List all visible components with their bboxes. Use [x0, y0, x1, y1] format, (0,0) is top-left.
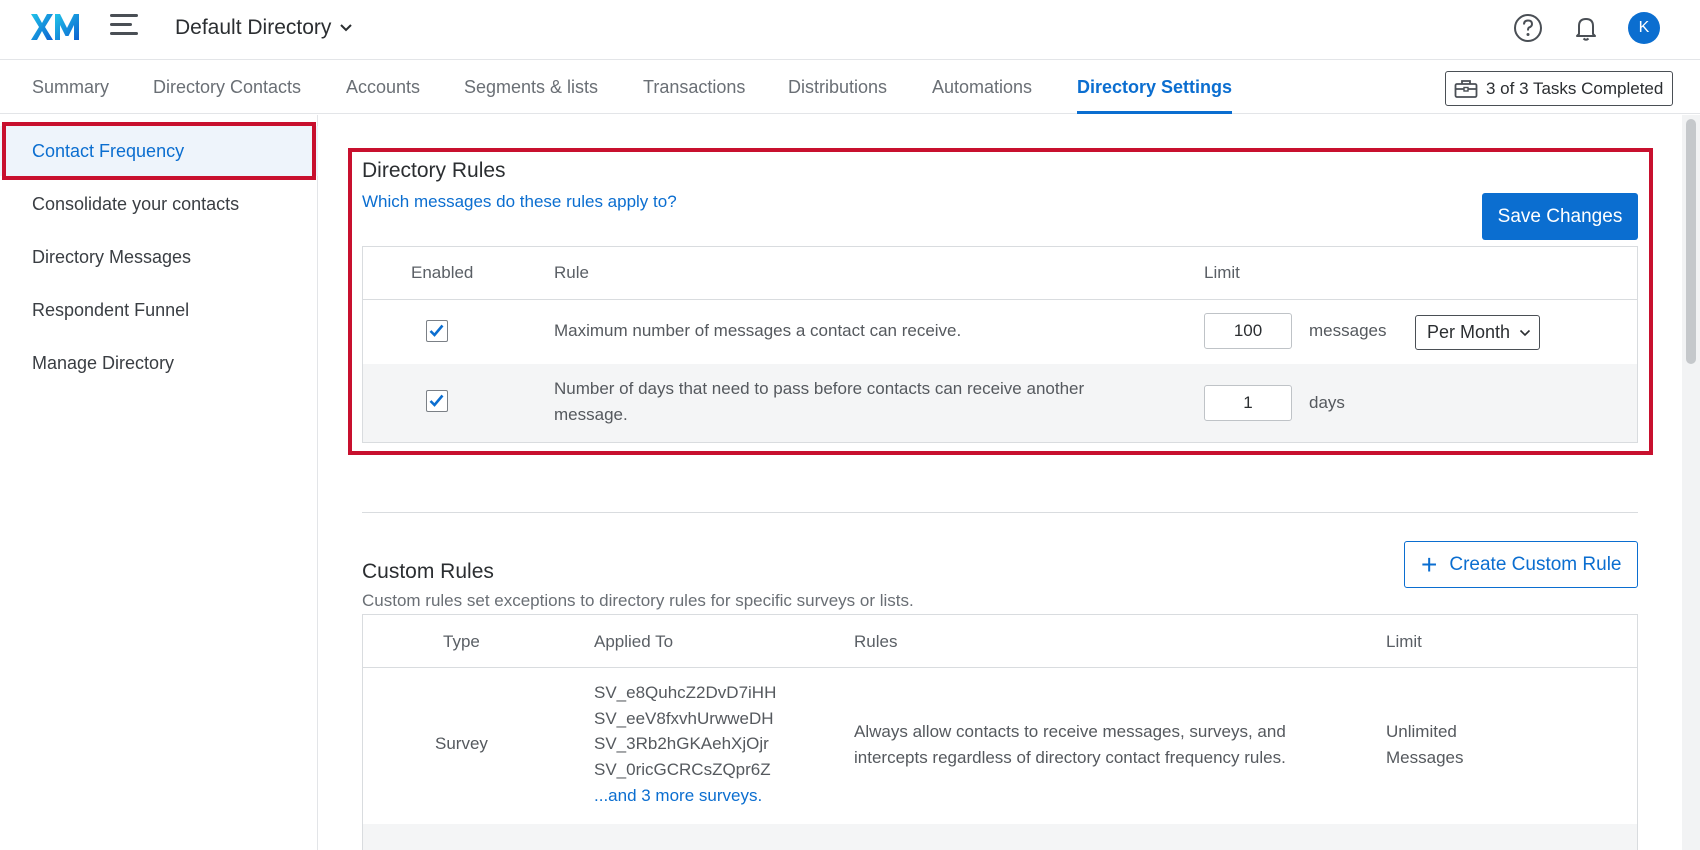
tab-transactions[interactable]: Transactions	[643, 60, 745, 114]
tab-segments-lists[interactable]: Segments & lists	[464, 60, 598, 114]
sidebar-item-respondent-funnel[interactable]: Respondent Funnel	[0, 285, 318, 335]
briefcase-icon	[1454, 79, 1478, 98]
create-custom-rule-button[interactable]: + Create Custom Rule	[1404, 541, 1638, 588]
xm-logo[interactable]	[30, 12, 82, 42]
tab-distributions[interactable]: Distributions	[788, 60, 887, 114]
applied-to-item: SV_e8QuhcZ2DvD7iHH	[594, 683, 777, 702]
avatar[interactable]: K	[1628, 12, 1660, 44]
chevron-down-icon	[340, 24, 353, 32]
scrollbar-thumb[interactable]	[1686, 119, 1696, 364]
tasks-completed-button[interactable]: 3 of 3 Tasks Completed	[1445, 71, 1673, 106]
tab-directory-settings[interactable]: Directory Settings	[1077, 60, 1233, 114]
tab-summary[interactable]: Summary	[32, 60, 109, 114]
custom-rules-title: Custom Rules	[362, 560, 494, 583]
create-custom-rule-label: Create Custom Rule	[1449, 553, 1622, 575]
directory-rules-highlight-box	[348, 148, 1653, 455]
custom-rule-limit-line1: Unlimited	[1386, 722, 1457, 741]
col-limit: Limit	[1386, 632, 1422, 651]
hamburger-icon[interactable]	[110, 14, 138, 40]
col-type: Type	[443, 632, 480, 651]
more-surveys-link[interactable]: ...and 3 more surveys.	[594, 783, 762, 809]
bell-icon[interactable]	[1570, 12, 1602, 44]
sidebar-item-consolidate-contacts[interactable]: Consolidate your contacts	[0, 179, 318, 229]
directory-selector[interactable]: Default Directory	[175, 14, 353, 42]
table-row-alt-bg	[363, 824, 1637, 850]
help-icon[interactable]	[1512, 12, 1544, 44]
col-rules: Rules	[854, 632, 898, 651]
sidebar-item-directory-messages[interactable]: Directory Messages	[0, 232, 318, 282]
sidebar-highlight-box	[2, 122, 316, 180]
custom-rule-type: Survey	[435, 734, 488, 753]
custom-rules-subtitle: Custom rules set exceptions to directory…	[362, 591, 914, 610]
top-bar: Default Directory K	[0, 0, 1700, 60]
tab-directory-contacts[interactable]: Directory Contacts	[153, 60, 301, 114]
custom-rule-description-line2: intercepts regardless of directory conta…	[854, 748, 1286, 767]
tab-automations[interactable]: Automations	[932, 60, 1032, 114]
applied-to-item: SV_0ricGCRCsZQpr6Z	[594, 760, 771, 779]
applied-to-item: SV_eeV8fxvhUrwweDH	[594, 709, 774, 728]
section-divider	[362, 512, 1638, 513]
plus-icon: +	[1421, 548, 1438, 580]
table-divider	[363, 667, 1637, 668]
custom-rule-description-line1: Always allow contacts to receive message…	[854, 722, 1286, 741]
applied-to-item: SV_3Rb2hGKAehXjOjr	[594, 734, 769, 753]
custom-rule-limit-line2: Messages	[1386, 748, 1464, 767]
sidebar: Contact Frequency Consolidate your conta…	[0, 115, 318, 850]
sidebar-item-manage-directory[interactable]: Manage Directory	[0, 338, 318, 388]
directory-label: Default Directory	[175, 16, 332, 39]
tab-accounts[interactable]: Accounts	[346, 60, 420, 114]
tasks-label: 3 of 3 Tasks Completed	[1486, 78, 1664, 98]
col-applied-to: Applied To	[594, 632, 674, 651]
